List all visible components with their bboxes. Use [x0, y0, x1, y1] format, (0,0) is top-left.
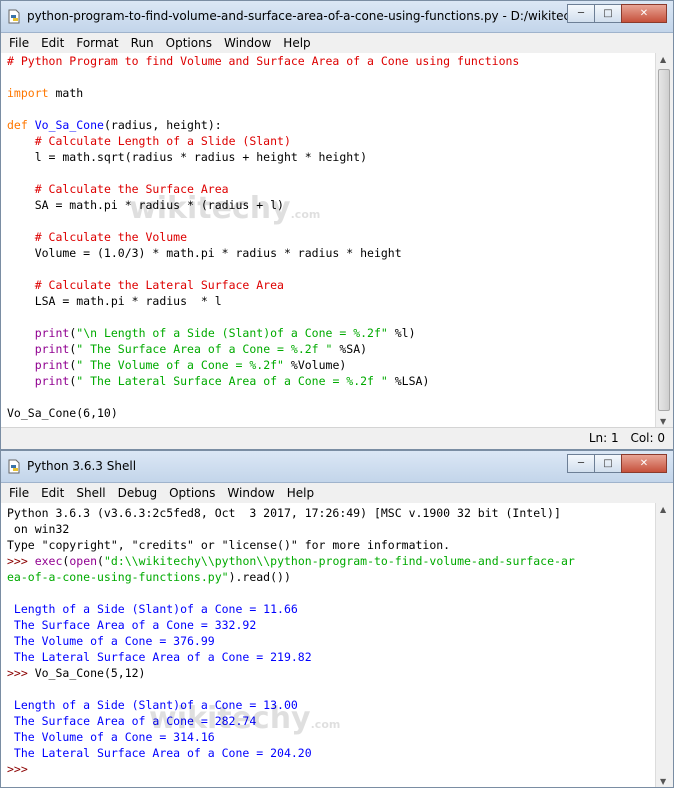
minimize-button[interactable]: ─ [567, 454, 595, 473]
editor-title: python-program-to-find-volume-and-surfac… [27, 9, 628, 23]
menu-format[interactable]: Format [70, 36, 124, 50]
editor-menubar: File Edit Format Run Options Window Help [1, 33, 673, 54]
output-line: The Lateral Surface Area of a Cone = 204… [7, 746, 312, 760]
shell-banner-line: Type "copyright", "credits" or "license(… [7, 538, 451, 552]
output-line: The Lateral Surface Area of a Cone = 219… [7, 650, 312, 664]
menu-file[interactable]: File [3, 36, 35, 50]
code-line: ​ [7, 261, 655, 277]
status-bar: Ln: 1 Col: 0 [1, 427, 673, 449]
shell-prompt: >>> [7, 554, 35, 568]
editor-titlebar[interactable]: python-program-to-find-volume-and-surfac… [1, 1, 673, 33]
output-line: Length of a Side (Slant)of a Cone = 13.0… [7, 698, 298, 712]
maximize-button[interactable]: □ [594, 454, 622, 473]
code-line: # Calculate the Surface Area [34, 182, 229, 196]
code-line: import math [7, 86, 84, 100]
python-shell-icon [8, 459, 20, 474]
code-line: l = math.sqrt(radius * radius + height *… [7, 150, 368, 164]
menu-edit[interactable]: Edit [35, 36, 70, 50]
menu-debug[interactable]: Debug [112, 486, 163, 500]
shell-banner-line: on win32 [7, 522, 70, 536]
editor-scrollbar[interactable]: ▲ ▼ [655, 53, 673, 428]
line-number: Ln: 1 [588, 431, 619, 445]
code-line: LSA = math.pi * radius * l [7, 294, 222, 308]
shell-banner-line: Python 3.6.3 (v3.6.3:2c5fed8, Oct 3 2017… [7, 506, 561, 520]
output-line: The Surface Area of a Cone = 282.74 [7, 714, 257, 728]
scrollbar-thumb[interactable] [658, 69, 670, 411]
output-line: Length of a Side (Slant)of a Cone = 11.6… [7, 602, 298, 616]
code-line: ​ [7, 213, 655, 229]
menu-options[interactable]: Options [163, 486, 221, 500]
menu-run[interactable]: Run [125, 36, 160, 50]
code-line: Vo_Sa_Cone(6,10) [7, 406, 118, 420]
menu-help[interactable]: Help [277, 36, 316, 50]
python-file-icon [8, 9, 20, 24]
close-button[interactable]: ✕ [621, 4, 667, 23]
shell-scrollbar[interactable]: ▲ ▼ [655, 503, 673, 787]
code-line: ​ [7, 309, 655, 325]
shell-final-prompt[interactable]: >>> [7, 761, 655, 777]
scroll-down-icon[interactable]: ▼ [660, 417, 666, 426]
scroll-up-icon[interactable]: ▲ [660, 55, 666, 64]
exec-command: exec(open("d:\\wikitechy\\python\\python… [34, 554, 575, 568]
code-line: ​ [7, 389, 655, 405]
scroll-down-icon[interactable]: ▼ [660, 777, 666, 786]
code-line: # Calculate the Volume [34, 230, 188, 244]
shell-menubar: File Edit Shell Debug Options Window Hel… [1, 483, 673, 504]
code-line: Volume = (1.0/3) * math.pi * radius * ra… [7, 246, 402, 260]
shell-window: Python 3.6.3 Shell ─ □ ✕ File Edit Shell… [0, 450, 674, 788]
output-line: The Volume of a Cone = 314.16 [7, 730, 215, 744]
minimize-button[interactable]: ─ [567, 4, 595, 23]
menu-file[interactable]: File [3, 486, 35, 500]
menu-help[interactable]: Help [281, 486, 320, 500]
column-number: Col: 0 [630, 431, 665, 445]
maximize-button[interactable]: □ [594, 4, 622, 23]
shell-output[interactable]: Python 3.6.3 (v3.6.3:2c5fed8, Oct 3 2017… [1, 503, 655, 787]
editor-window: python-program-to-find-volume-and-surfac… [0, 0, 674, 450]
code-editor[interactable]: # Python Program to find Volume and Surf… [1, 53, 655, 428]
shell-titlebar[interactable]: Python 3.6.3 Shell ─ □ ✕ [1, 451, 673, 483]
code-line: SA = math.pi * radius * (radius + l) [7, 198, 284, 212]
output-line: The Volume of a Cone = 376.99 [7, 634, 215, 648]
code-line: def Vo_Sa_Cone(radius, height): [7, 118, 222, 132]
shell-title: Python 3.6.3 Shell [27, 459, 137, 473]
code-line: print("\n Length of a Side (Slant)of a C… [34, 326, 416, 340]
code-line: # Python Program to find Volume and Surf… [7, 54, 520, 68]
shell-prompt: >>> [7, 666, 35, 680]
code-line: print(" The Lateral Surface Area of a Co… [34, 374, 430, 388]
output-line: The Surface Area of a Cone = 332.92 [7, 618, 257, 632]
code-line: ​ [7, 101, 655, 117]
menu-options[interactable]: Options [160, 36, 218, 50]
code-line: # Calculate Length of a Slide (Slant) [34, 134, 291, 148]
scroll-up-icon[interactable]: ▲ [660, 505, 666, 514]
code-line: ​ [7, 69, 655, 85]
menu-window[interactable]: Window [218, 36, 277, 50]
menu-window[interactable]: Window [221, 486, 280, 500]
menu-shell[interactable]: Shell [70, 486, 111, 500]
code-line: ​ [7, 165, 655, 181]
code-line: # Calculate the Lateral Surface Area [34, 278, 284, 292]
code-line: print(" The Volume of a Cone = %.2f" %Vo… [34, 358, 347, 372]
menu-edit[interactable]: Edit [35, 486, 70, 500]
close-button[interactable]: ✕ [621, 454, 667, 473]
code-line: print(" The Surface Area of a Cone = %.2… [34, 342, 368, 356]
call-command: Vo_Sa_Cone(5,12) [34, 666, 146, 680]
